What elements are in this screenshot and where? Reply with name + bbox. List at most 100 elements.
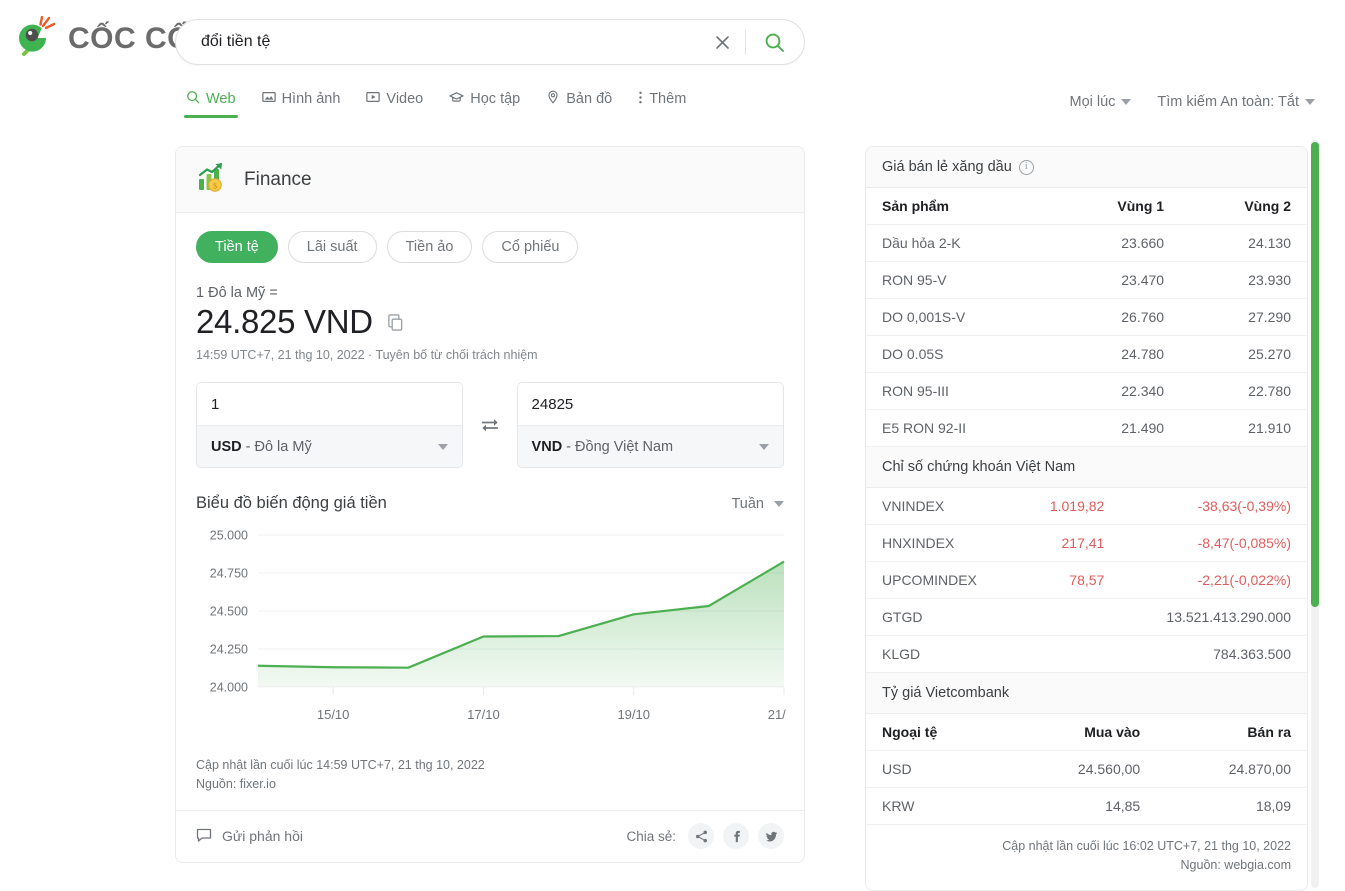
more-vertical-icon (638, 90, 643, 109)
tab-maps[interactable]: Bản đồ (535, 86, 623, 118)
chart-title: Biểu đồ biến động giá tiền (196, 494, 387, 513)
table-row: KLGD784.363.500 (866, 636, 1307, 673)
table-row: DO 0,001S-V26.76027.290 (866, 299, 1307, 336)
tab-images-label: Hình ảnh (282, 91, 341, 107)
stock-change: -2,21(-0,022%) (1120, 562, 1307, 599)
time-filter-dropdown[interactable]: Mọi lúc (1069, 94, 1131, 110)
table-row: DO 0.05S24.78025.270 (866, 336, 1307, 373)
tab-web-label: Web (206, 91, 236, 107)
info-icon[interactable]: i (1019, 160, 1034, 175)
fuel-cell: Dầu hỏa 2-K (866, 225, 1053, 262)
currency-chart[interactable]: 24.00024.25024.50024.75025.00015/1017/10… (196, 527, 784, 742)
to-currency-select[interactable]: VND - Đồng Việt Nam (518, 425, 783, 467)
rate-timestamp: 14:59 UTC+7, 21 thg 10, 2022 (196, 348, 365, 362)
page-header: CỐC CỐC (0, 0, 1345, 84)
stock-change: -38,63(-0,39%) (1120, 488, 1307, 525)
share-label: Chia sẻ: (626, 829, 676, 844)
fuel-col-1: Vùng 1 (1053, 188, 1180, 225)
vcb-col-2: Bán ra (1156, 714, 1307, 751)
chart-footnote: Cập nhật lần cuối lúc 14:59 UTC+7, 21 th… (196, 742, 784, 810)
table-row: RON 95-V23.47023.930 (866, 262, 1307, 299)
page-scrollbar-thumb[interactable] (1311, 142, 1319, 607)
tab-currency[interactable]: Tiền tệ (196, 231, 278, 263)
stock-value: 1.019,82 (1017, 488, 1120, 525)
chevron-down-icon (759, 444, 769, 450)
x-axis-tick: 19/10 (617, 707, 650, 722)
vcb-col-0: Ngoại tệ (866, 714, 1005, 751)
tab-interest-rate[interactable]: Lãi suất (288, 231, 377, 263)
stock-value (1017, 636, 1120, 673)
table-header-row: Sản phẩmVùng 1Vùng 2 (866, 188, 1307, 225)
comment-icon (196, 827, 212, 846)
fuel-cell: RON 95-III (866, 373, 1053, 410)
rate-separator: · (368, 348, 372, 362)
stock-value: 78,57 (1017, 562, 1120, 599)
table-row: UPCOMINDEX78,57-2,21(-0,022%) (866, 562, 1307, 599)
table-row: RON 95-III22.34022.780 (866, 373, 1307, 410)
stock-change: 784.363.500 (1120, 636, 1307, 673)
share-nodes-icon[interactable] (688, 823, 714, 849)
bar-chart-coin-icon: $ (196, 161, 228, 198)
tab-maps-label: Bản đồ (566, 91, 612, 107)
finance-card-header: $ Finance (176, 147, 804, 213)
to-currency-code: VND (532, 439, 563, 455)
finance-card-footer: Gửi phản hồi Chia sẻ: (176, 810, 804, 862)
tab-images[interactable]: Hình ảnh (251, 86, 352, 118)
x-axis-tick: 15/10 (317, 707, 350, 722)
tab-web[interactable]: Web (175, 86, 247, 118)
send-feedback-button[interactable]: Gửi phản hồi (196, 827, 303, 846)
vcb-cell: 14,85 (1005, 788, 1156, 825)
graduation-cap-icon (449, 90, 464, 109)
converter-to: VND - Đồng Việt Nam (517, 382, 784, 468)
share-group: Chia sẻ: (626, 823, 784, 849)
fuel-cell: 27.290 (1180, 299, 1307, 336)
search-bar[interactable] (175, 19, 805, 65)
vcb-cell: 24.870,00 (1156, 751, 1307, 788)
copy-icon[interactable] (387, 314, 404, 331)
stock-name: VNINDEX (866, 488, 1017, 525)
search-button[interactable] (752, 22, 796, 62)
vcb-section-title: Tỷ giá Vietcombank (882, 685, 1009, 701)
tab-more-label: Thêm (649, 91, 686, 107)
disclaimer-link[interactable]: Tuyên bố từ chối trách nhiệm (375, 348, 537, 362)
tab-more[interactable]: Thêm (627, 86, 697, 119)
x-axis-tick: 21/10 (768, 707, 786, 722)
time-filter-label: Mọi lúc (1069, 94, 1115, 110)
table-row: HNXINDEX217,41-8,47(-0,085%) (866, 525, 1307, 562)
fuel-section-title: Giá bán lẻ xăng dầu (882, 159, 1012, 175)
map-pin-icon (546, 90, 560, 108)
to-currency-name: - Đồng Việt Nam (566, 439, 673, 455)
y-axis-tick: 24.250 (210, 643, 248, 657)
vcb-cell: USD (866, 751, 1005, 788)
from-amount-input[interactable] (197, 383, 462, 425)
tab-study-label: Học tập (470, 91, 520, 107)
table-row: KRW14,8518,09 (866, 788, 1307, 825)
to-amount-input[interactable] (518, 383, 783, 425)
search-input[interactable] (176, 33, 705, 51)
chevron-down-icon (774, 501, 784, 507)
safe-search-label: Tìm kiếm An toàn: Tắt (1157, 94, 1299, 110)
table-row: Dầu hỏa 2-K23.66024.130 (866, 225, 1307, 262)
vcb-col-1: Mua vào (1005, 714, 1156, 751)
tab-video[interactable]: Video (355, 86, 434, 118)
chart-last-update: Cập nhật lần cuối lúc 14:59 UTC+7, 21 th… (196, 756, 784, 775)
twitter-icon[interactable] (758, 823, 784, 849)
rate-value: 24.825 VND (196, 303, 373, 341)
clear-search-button[interactable] (705, 25, 739, 59)
tab-stocks[interactable]: Cổ phiếu (482, 231, 578, 263)
video-icon (366, 90, 380, 108)
tab-study[interactable]: Học tập (438, 86, 531, 119)
swap-currencies-button[interactable] (463, 415, 516, 435)
y-axis-tick: 24.500 (210, 605, 248, 619)
facebook-icon[interactable] (723, 823, 749, 849)
converter-from: USD - Đô la Mỹ (196, 382, 463, 468)
safe-search-dropdown[interactable]: Tìm kiếm An toàn: Tắt (1157, 94, 1315, 110)
vcb-cell: 24.560,00 (1005, 751, 1156, 788)
from-currency-select[interactable]: USD - Đô la Mỹ (197, 425, 462, 467)
finance-card: $ Finance Tiền tệ Lãi suất Tiền ảo Cổ ph… (175, 146, 805, 863)
send-feedback-label: Gửi phản hồi (222, 828, 303, 844)
stocks-section-header: Chỉ số chứng khoán Việt Nam (866, 447, 1307, 488)
chart-range-dropdown[interactable]: Tuần (731, 496, 784, 512)
side-panel: Giá bán lẻ xăng dầu i Sản phẩmVùng 1Vùng… (865, 146, 1308, 891)
tab-crypto[interactable]: Tiền ảo (387, 231, 473, 263)
